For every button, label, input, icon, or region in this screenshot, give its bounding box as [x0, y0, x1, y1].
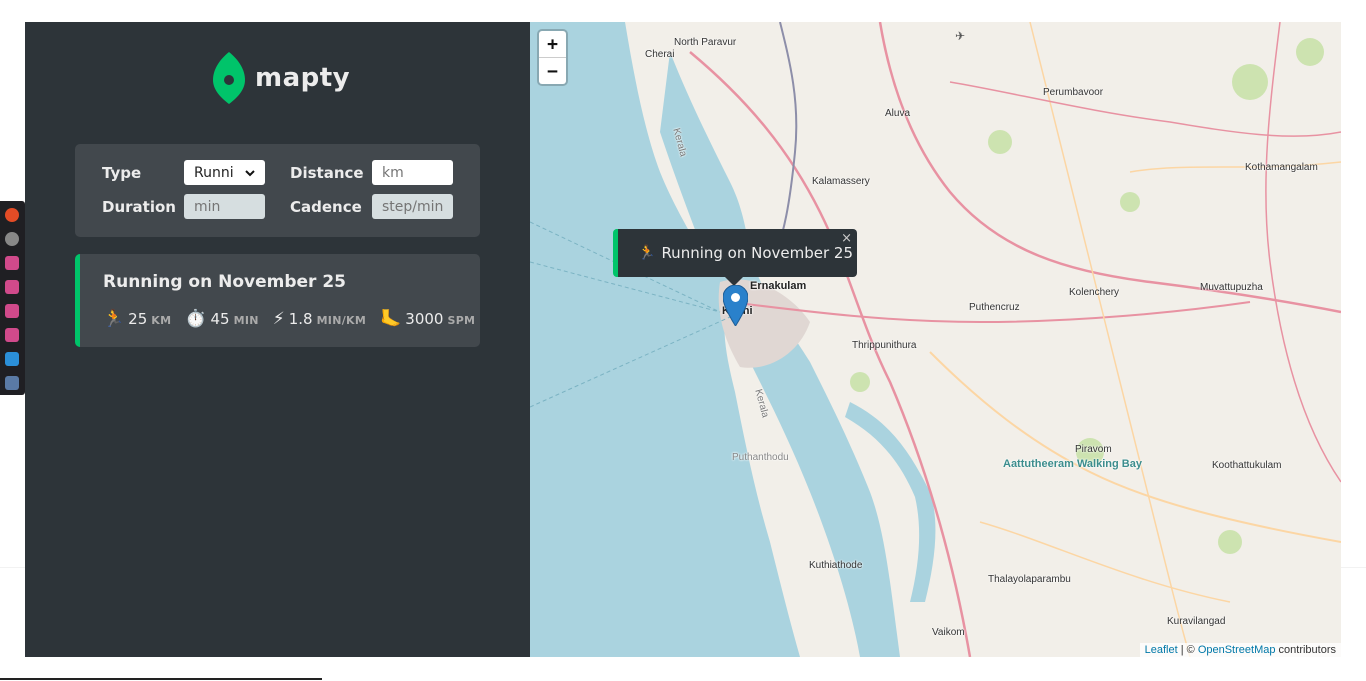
stopwatch-icon: ⏱️: [185, 309, 207, 329]
folder-icon[interactable]: [5, 280, 19, 294]
map[interactable]: ✈ + − North Paravur Cherai Aluva Perumba…: [530, 22, 1341, 657]
place-label: Kuravilangad: [1167, 616, 1226, 627]
place-label: Kalamassery: [812, 176, 870, 187]
cadence-input[interactable]: [372, 194, 453, 219]
workout-title: Running on November 25: [103, 272, 347, 292]
place-label: Koothattukulam: [1212, 460, 1282, 471]
pace-value: 1.8: [288, 310, 313, 328]
place-label: Kuthiathode: [809, 560, 863, 571]
cadence-row: Cadence: [290, 194, 453, 219]
duration-unit: MIN: [233, 314, 259, 327]
map-tiles[interactable]: ✈: [530, 22, 1341, 657]
place-label: Kolenchery: [1069, 287, 1120, 298]
dock: [0, 201, 25, 395]
map-attribution: Leaflet | © OpenStreetMap contributors: [1139, 643, 1341, 657]
place-label: Cherai: [645, 49, 675, 60]
close-icon[interactable]: ×: [841, 231, 852, 246]
place-label: Perumbavoor: [1043, 87, 1104, 98]
place-label: Puthencruz: [969, 302, 1020, 313]
popup-text: Running on November 25: [661, 244, 854, 262]
osm-link[interactable]: OpenStreetMap: [1198, 644, 1276, 656]
place-label: Kothamangalam: [1245, 162, 1318, 173]
bottom-divider: [0, 678, 322, 680]
cadence-unit: SPM: [447, 314, 476, 327]
foot-icon: 🦶: [380, 309, 402, 329]
place-label: Thalayolaparambu: [988, 574, 1071, 585]
place-label: Puthanthodu: [732, 452, 789, 463]
folder-icon[interactable]: [5, 328, 19, 342]
place-label: North Paravur: [674, 37, 737, 48]
app: mapty Type Runni Distance Duration Caden…: [25, 22, 1341, 657]
attribution-contributors: contributors: [1275, 644, 1336, 656]
logo-text: mapty: [255, 63, 351, 93]
logo: mapty: [213, 52, 350, 104]
lightning-icon: ⚡: [272, 309, 285, 329]
duration-value: 45: [210, 310, 230, 328]
place-label: Vaikom: [932, 627, 965, 638]
zoom-control: + −: [539, 31, 566, 84]
chrome-alt-icon[interactable]: [5, 232, 19, 246]
duration-label: Duration: [102, 197, 176, 216]
distance-input[interactable]: [372, 160, 453, 185]
type-select[interactable]: Runni: [184, 160, 265, 185]
runner-icon: 🏃: [638, 245, 656, 261]
type-select-value: Runni: [194, 164, 234, 181]
cadence-value: 3000: [405, 310, 444, 328]
place-label: Thrippunithura: [852, 340, 917, 351]
folder-icon[interactable]: [5, 256, 19, 270]
cadence-label: Cadence: [290, 197, 362, 216]
map-pin-logo-icon: [213, 52, 245, 104]
cadence-detail: 🦶 3000 SPM: [380, 309, 475, 329]
runner-icon: 🏃: [103, 309, 125, 329]
workout-form: Type Runni Distance Duration Cadence: [75, 144, 480, 237]
place-label: Piravom: [1075, 444, 1112, 455]
sidebar: mapty Type Runni Distance Duration Caden…: [25, 22, 530, 657]
distance-value: 25: [128, 310, 148, 328]
distance-row: Distance: [290, 160, 453, 185]
place-label: Aluva: [885, 108, 911, 119]
duration-detail: ⏱️ 45 MIN: [185, 309, 258, 329]
chrome-icon[interactable]: [5, 208, 19, 222]
pace-unit: MIN/KM: [316, 314, 367, 327]
place-label: Aattutheeram Walking Bay: [1003, 458, 1142, 470]
distance-detail: 🏃 25 KM: [103, 309, 171, 329]
workout-popup[interactable]: 🏃 Running on November 25 ×: [613, 229, 857, 277]
leaflet-link[interactable]: Leaflet: [1145, 644, 1178, 656]
duration-row: Duration: [102, 194, 265, 219]
duration-input[interactable]: [184, 194, 265, 219]
zoom-in-button[interactable]: +: [539, 31, 566, 58]
place-label: Ernakulam: [750, 280, 807, 292]
distance-unit: KM: [151, 314, 172, 327]
type-row: Type Runni: [102, 160, 265, 185]
workout-card[interactable]: Running on November 25 🏃 25 KM ⏱️ 45 MIN…: [75, 254, 480, 347]
attribution-sep: | ©: [1177, 644, 1198, 656]
zoom-out-button[interactable]: −: [539, 58, 566, 84]
pace-detail: ⚡ 1.8 MIN/KM: [273, 309, 366, 329]
place-label: Muvattupuzha: [1200, 282, 1263, 293]
distance-label: Distance: [290, 163, 364, 182]
type-label: Type: [102, 163, 142, 182]
workout-details: 🏃 25 KM ⏱️ 45 MIN ⚡ 1.8 MIN/KM 🦶 3000 SP…: [103, 309, 475, 329]
svg-text:✈: ✈: [955, 29, 965, 43]
screenshot-icon[interactable]: [5, 376, 19, 390]
map-marker-icon[interactable]: [723, 285, 748, 326]
chevron-down-icon: [245, 169, 255, 176]
vscode-icon[interactable]: [5, 352, 19, 366]
folder-icon[interactable]: [5, 304, 19, 318]
